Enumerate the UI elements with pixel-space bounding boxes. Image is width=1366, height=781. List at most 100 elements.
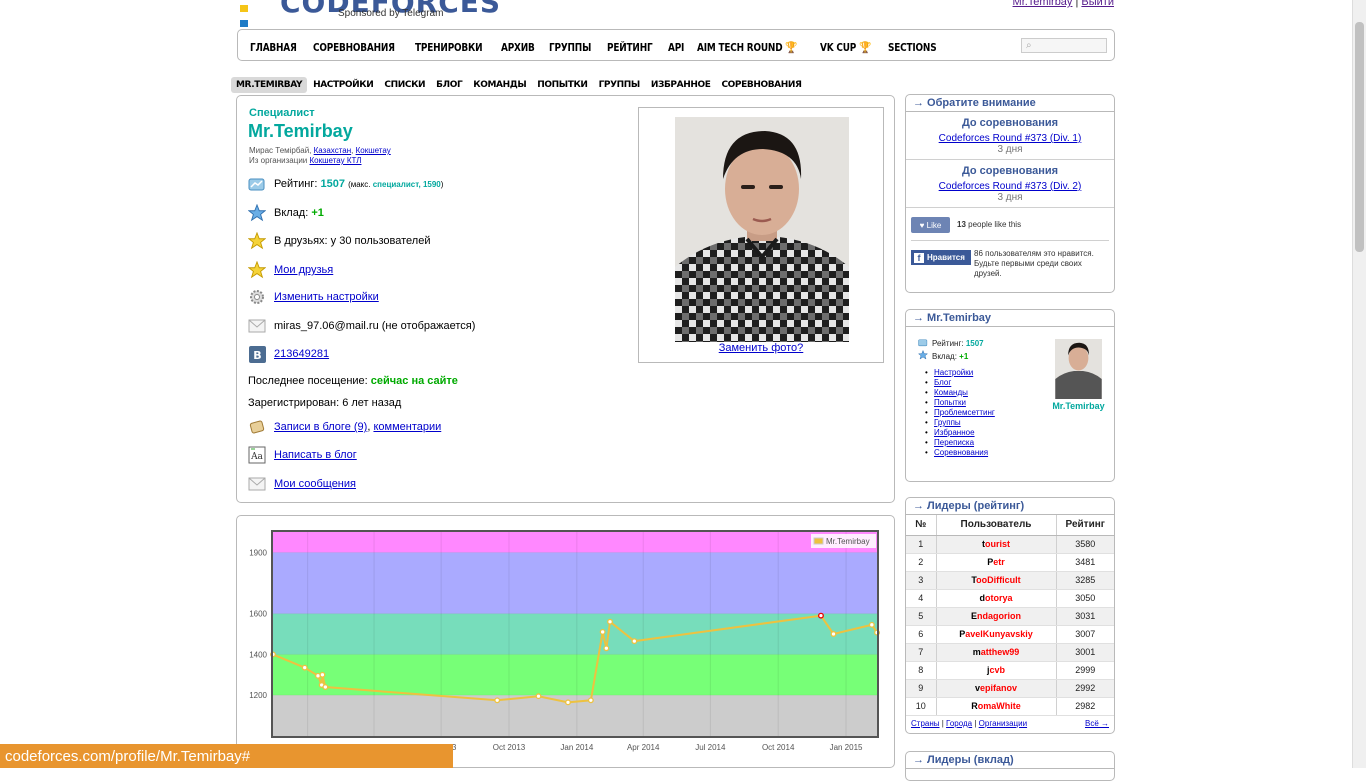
user-location: Мирас Темірбай, Казахстан, Кокшетау <box>249 146 391 155</box>
organization-link[interactable]: Кокшетау КТЛ <box>310 156 362 165</box>
leader-user-cell: PavelKunyavskiy <box>936 625 1057 644</box>
user-box: → Mr.Temirbay Рейтинг: 1507 Вклад: +1 На… <box>905 309 1115 482</box>
leader-user-link[interactable]: vepifanov <box>975 683 1017 693</box>
list-item: Соревнования <box>925 448 995 458</box>
data-point <box>868 621 875 628</box>
user-handle: Mr.Temirbay <box>248 121 353 141</box>
country-link[interactable]: Казахстан <box>314 146 352 155</box>
blog-entries-link[interactable]: Записи в блоге (9) <box>274 421 367 433</box>
user-box-contribution-value: +1 <box>959 351 969 361</box>
facebook-like-row: f Нравится 86 пользователям это нравится.… <box>911 240 1109 286</box>
tab-contests[interactable]: СОРЕВНОВАНИЯ <box>716 77 806 93</box>
cities-link[interactable]: Города <box>946 719 972 728</box>
leader-user-rest: ourist <box>984 539 1010 549</box>
tab-blog[interactable]: БЛОГ <box>431 77 467 93</box>
user-box-link-favourites[interactable]: Избранное <box>934 428 975 437</box>
registered: Зарегистрирован: 6 лет назад <box>248 397 402 409</box>
table-row: 1 tourist 3580 <box>906 535 1114 554</box>
leader-user-link[interactable]: Endagorion <box>971 611 1021 621</box>
vk-cup-label: VK CUP <box>820 41 857 54</box>
user-organization: Из организации Кокшетау КТЛ <box>249 156 362 165</box>
city-link[interactable]: Кокшетау <box>356 146 391 155</box>
user-box-link-submissions[interactable]: Попытки <box>934 398 966 407</box>
write-blog-link[interactable]: Написать в блог <box>274 449 357 461</box>
trophy-icon: 🏆 <box>785 41 798 54</box>
my-messages-link[interactable]: Мои сообщения <box>274 478 356 490</box>
user-box-link-blog[interactable]: Блог <box>934 378 951 387</box>
leader-rank: 6 <box>906 625 937 644</box>
menu-item-aim-tech[interactable]: AIM TECH ROUND 🏆 <box>697 41 798 54</box>
main-menu: ГЛАВНАЯ СОРЕВНОВАНИЯ ТРЕНИРОВКИ АРХИВ ГРУППЫ… <box>237 29 1115 61</box>
user-box-link-settings[interactable]: Настройки <box>934 368 973 377</box>
tab-settings[interactable]: НАСТРОЙКИ <box>308 77 378 93</box>
like-button[interactable]: ♥ Like <box>911 217 950 233</box>
vk-link[interactable]: 213649281 <box>274 348 329 360</box>
user-box-link-messages[interactable]: Переписка <box>934 438 974 447</box>
menu-item-gym[interactable]: ТРЕНИРОВКИ <box>415 41 483 54</box>
page-scrollbar[interactable] <box>1352 0 1366 768</box>
my-friends-link[interactable]: Мои друзья <box>274 264 333 276</box>
data-point <box>587 697 594 704</box>
user-box-link-problemsetting[interactable]: Проблемсеттинг <box>934 408 995 417</box>
menu-item-contests[interactable]: СОРЕВНОВАНИЯ <box>313 41 395 54</box>
leader-rating: 2982 <box>1056 697 1114 716</box>
tab-lists[interactable]: СПИСКИ <box>379 77 430 93</box>
leaders-table: № Пользователь Рейтинг 1 tourist 3580 2 Petr… <box>906 515 1114 716</box>
tab-groups[interactable]: ГРУППЫ <box>594 77 645 93</box>
contest-link[interactable]: Codeforces Round #373 (Div. 2) <box>939 181 1082 192</box>
leader-user-link[interactable]: matthew99 <box>973 647 1020 657</box>
menu-item-rating[interactable]: РЕЙТИНГ <box>607 41 653 54</box>
search-input[interactable]: ⌕ <box>1021 38 1107 53</box>
all-leaders-link[interactable]: Всё → <box>1085 719 1109 728</box>
rating-max-suffix: ) <box>440 179 444 189</box>
avatar[interactable] <box>1055 339 1102 399</box>
leader-rating: 3050 <box>1056 589 1114 608</box>
x-tick-label: Oct 2014 <box>762 743 795 752</box>
logout-link[interactable]: Выйти <box>1081 0 1114 8</box>
countries-link[interactable]: Страны <box>911 719 940 728</box>
leader-user-link[interactable]: RomaWhite <box>971 701 1021 711</box>
contest-link[interactable]: Codeforces Round #373 (Div. 1) <box>939 133 1082 144</box>
user-box-link-contests[interactable]: Соревнования <box>934 448 988 457</box>
leader-user-link[interactable]: Petr <box>987 557 1005 567</box>
leader-user-link[interactable]: tourist <box>982 539 1010 549</box>
leaders-box: → Лидеры (рейтинг) № Пользователь Рейтин… <box>905 497 1115 734</box>
tab-submissions[interactable]: ПОПЫТКИ <box>532 77 592 93</box>
last-visit-label: Последнее посещение: <box>248 375 368 387</box>
menu-item-sections[interactable]: SECTIONS <box>888 41 937 54</box>
user-box-link-teams[interactable]: Команды <box>934 388 968 397</box>
menu-item-vk-cup[interactable]: VK CUP 🏆 <box>820 41 871 54</box>
comments-link[interactable]: комментарии <box>373 421 441 433</box>
avatar-caption[interactable]: Mr.Temirbay <box>1046 401 1111 411</box>
data-point <box>830 631 837 637</box>
attention-title: → Обратите внимание <box>906 95 1114 112</box>
header-user-link[interactable]: Mr.Temirbay <box>1013 0 1073 8</box>
user-box-link-groups[interactable]: Группы <box>934 418 961 427</box>
organizations-link[interactable]: Организации <box>979 719 1027 728</box>
svg-text:B: B <box>253 349 261 362</box>
menu-item-api[interactable]: API <box>668 41 684 54</box>
menu-item-groups[interactable]: ГРУППЫ <box>549 41 591 54</box>
leader-user-link[interactable]: jcvb <box>987 665 1005 675</box>
menu-item-home[interactable]: ГЛАВНАЯ <box>250 41 297 54</box>
y-tick-label: 1600 <box>249 610 267 619</box>
leader-user-cell: jcvb <box>936 661 1057 680</box>
menu-item-archive[interactable]: АРХИВ <box>501 41 535 54</box>
leader-user-link[interactable]: PavelKunyavskiy <box>959 629 1033 639</box>
rating-band <box>273 552 877 614</box>
scrollbar-thumb[interactable] <box>1355 22 1364 252</box>
leader-user-link[interactable]: TooDifficult <box>971 575 1020 585</box>
leader-user-link[interactable]: dotorya <box>979 593 1012 603</box>
facebook-like-button[interactable]: f Нравится <box>911 250 971 265</box>
star-icon <box>248 261 266 279</box>
contribution-row: Вклад: +1 <box>248 203 324 223</box>
x-tick-label: Jul 2014 <box>695 743 726 752</box>
tab-favourites[interactable]: ИЗБРАННОЕ <box>646 77 716 93</box>
change-photo-link[interactable]: Заменить фото? <box>719 342 804 354</box>
tab-profile[interactable]: MR.TEMIRBAY <box>231 77 308 93</box>
list-item: Настройки <box>925 368 995 378</box>
tab-teams[interactable]: КОМАНДЫ <box>468 77 531 93</box>
y-tick-label: 1400 <box>249 650 267 659</box>
change-settings-link[interactable]: Изменить настройки <box>274 291 379 303</box>
user-box-rating-label: Рейтинг: <box>932 339 964 348</box>
